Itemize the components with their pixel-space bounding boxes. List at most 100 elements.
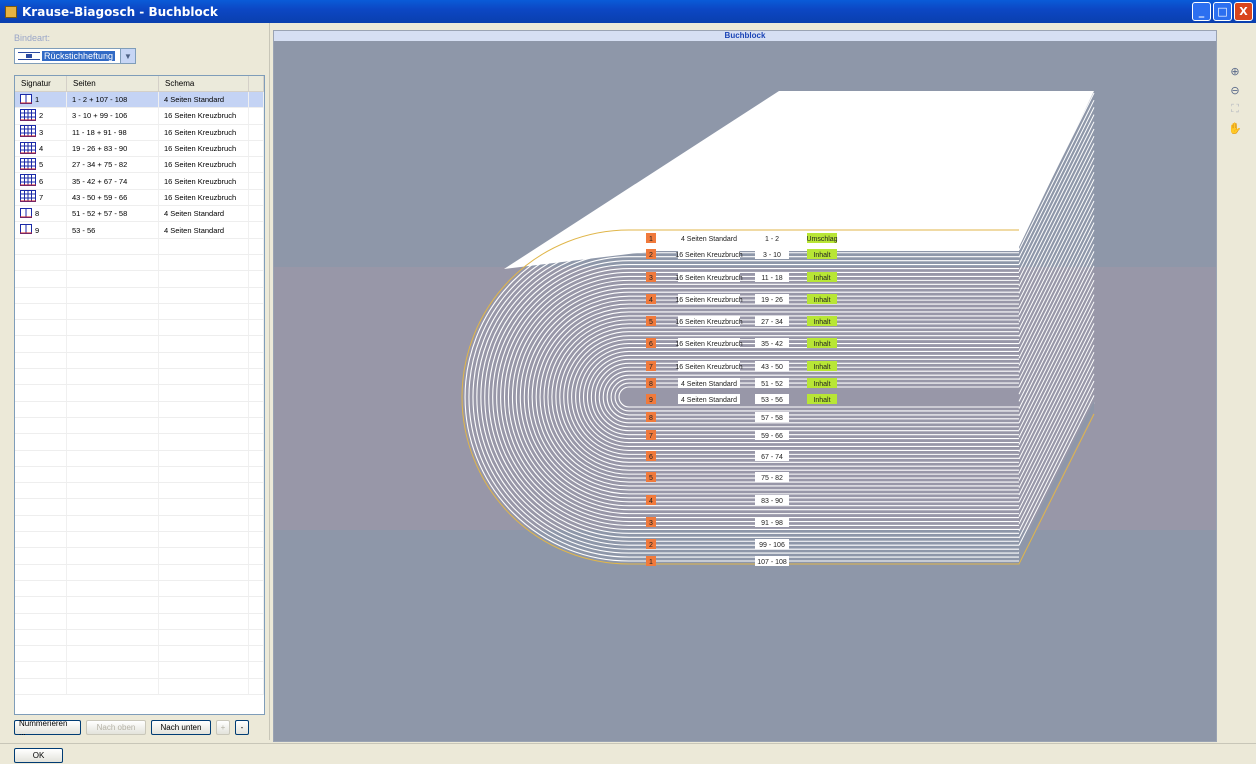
- column-header-schema[interactable]: Schema: [159, 76, 249, 91]
- table-body: 11 - 2 + 107 - 108 4 Seiten Standard 2 3 - …: [15, 92, 264, 695]
- book-block-view[interactable]: 1 4 Seiten Standard 1 - 2 Umschlag 2 16 Seite…: [274, 41, 1216, 741]
- pages-label: 75 - 82: [761, 475, 783, 482]
- chevron-down-icon[interactable]: ▼: [120, 49, 135, 63]
- type-tag: Inhalt: [813, 252, 830, 259]
- empty-row: [15, 532, 264, 549]
- cell-seiten: 43 - 50 + 59 - 66: [67, 189, 159, 206]
- empty-row: [15, 320, 264, 337]
- cell-schema: 16 Seiten Kreuzbruch: [159, 108, 249, 124]
- nummerieren-button[interactable]: Nummerieren ...: [14, 719, 81, 737]
- pages-label: 35 - 42: [761, 341, 783, 348]
- nach-oben-button[interactable]: Nach oben: [86, 720, 146, 735]
- signature-number: 4: [649, 297, 653, 304]
- 16-page-icon: [20, 141, 36, 156]
- signature-number: 2: [649, 542, 653, 549]
- cell-extra: [249, 173, 264, 189]
- signature-number: 2: [649, 252, 653, 259]
- empty-row: [15, 450, 264, 467]
- 16-page-icon: [20, 125, 36, 139]
- cell-extra: [249, 92, 264, 108]
- cell-seiten: 3 - 10 + 99 - 106: [67, 108, 159, 124]
- cell-extra: [249, 124, 264, 140]
- schema-label: 4 Seiten Standard: [681, 397, 737, 404]
- signature-number: 8: [649, 381, 653, 388]
- table-row[interactable]: 5 27 - 34 + 75 - 82 16 Seiten Kreuzbruch: [15, 157, 264, 174]
- add-button[interactable]: +: [216, 720, 230, 735]
- bottom-bar: [0, 743, 1256, 764]
- cell-signatur: 3: [15, 124, 67, 140]
- empty-row: [15, 417, 264, 435]
- signature-number: 4: [649, 498, 653, 505]
- empty-row: [15, 352, 264, 370]
- panel-title: Buchblock: [274, 31, 1216, 41]
- table-row[interactable]: 1 1 - 2 + 107 - 108 4 Seiten Standard: [15, 92, 264, 109]
- pages-label: 107 - 108: [757, 559, 787, 566]
- signature-number: 8: [649, 415, 653, 422]
- table-row[interactable]: 7 43 - 50 + 59 - 66 16 Seiten Kreuzbruch: [15, 189, 264, 207]
- ok-button[interactable]: OK: [14, 748, 63, 763]
- empty-row: [15, 287, 264, 304]
- table-row[interactable]: 9 53 - 56 4 Seiten Standard: [15, 222, 264, 239]
- pages-label: 67 - 74: [761, 454, 783, 461]
- signature-number: 6: [649, 341, 653, 348]
- empty-row: [15, 662, 264, 679]
- cell-seiten: 19 - 26 + 83 - 90: [67, 140, 159, 157]
- pan-icon[interactable]: ✋: [1228, 121, 1242, 135]
- table-row[interactable]: 2 3 - 10 + 99 - 106 16 Seiten Kreuzbruch: [15, 108, 264, 125]
- 4-page-icon: [20, 207, 32, 220]
- cell-signatur: 2: [15, 108, 67, 124]
- signature-number: 5: [649, 319, 653, 326]
- column-header-signatur[interactable]: Signatur: [15, 76, 67, 91]
- cell-signatur: 5: [15, 157, 67, 173]
- signature-number: 9: [649, 397, 653, 404]
- cell-extra: [249, 222, 264, 238]
- cell-seiten: 27 - 34 + 75 - 82: [67, 157, 159, 173]
- schema-label: 16 Seiten Kreuzbruch: [675, 275, 742, 282]
- table-row[interactable]: 4 19 - 26 + 83 - 90 16 Seiten Kreuzbruch: [15, 140, 264, 158]
- 4-page-icon: [20, 224, 32, 236]
- cell-signatur: 9: [15, 222, 67, 238]
- cell-schema: 16 Seiten Kreuzbruch: [159, 140, 249, 157]
- book-top-surface: [504, 91, 1094, 269]
- table-row[interactable]: 8 51 - 52 + 57 - 58 4 Seiten Standard: [15, 206, 264, 223]
- fit-icon[interactable]: ⛶: [1228, 102, 1242, 116]
- pages-label: 3 - 10: [763, 252, 781, 259]
- remove-button[interactable]: -: [235, 720, 249, 735]
- signatur-value: 7: [39, 192, 44, 202]
- type-tag: Inhalt: [813, 275, 830, 282]
- signature-number: 3: [649, 520, 653, 527]
- signature-number: 1: [649, 559, 653, 566]
- table-row[interactable]: 3 11 - 18 + 91 - 98 16 Seiten Kreuzbruch: [15, 124, 264, 141]
- type-tag: Inhalt: [813, 381, 830, 388]
- column-header-extra: [249, 76, 264, 91]
- pages-label: 1 - 2: [765, 236, 779, 243]
- empty-row: [15, 499, 264, 516]
- zoom-out-icon[interactable]: ⊖: [1228, 83, 1242, 97]
- cell-schema: 4 Seiten Standard: [159, 206, 249, 222]
- type-tag: Inhalt: [813, 397, 830, 404]
- left-panel: Bindeart: Rückstichheftung ▼ Signatur Se…: [0, 23, 270, 740]
- cell-signatur: 8: [15, 206, 67, 222]
- pages-label: 53 - 56: [761, 397, 783, 404]
- schema-label: 16 Seiten Kreuzbruch: [675, 364, 742, 371]
- bindeart-value: Rückstichheftung: [42, 51, 116, 61]
- close-button[interactable]: X: [1234, 2, 1253, 21]
- schema-label: 4 Seiten Standard: [681, 236, 737, 243]
- signature-number: 1: [649, 236, 653, 243]
- nach-unten-button[interactable]: Nach unten: [151, 720, 211, 735]
- column-header-seiten[interactable]: Seiten: [67, 76, 159, 91]
- signature-table[interactable]: Signatur Seiten Schema 1 1 - 2 + 107 - 10…: [14, 75, 265, 715]
- empty-row: [15, 401, 264, 418]
- zoom-in-icon[interactable]: ⊕: [1228, 64, 1242, 78]
- empty-row: [15, 254, 264, 272]
- empty-row: [15, 548, 264, 565]
- bindeart-select[interactable]: Rückstichheftung ▼: [14, 48, 136, 64]
- cell-signatur: 1: [15, 92, 67, 108]
- type-tag: Inhalt: [813, 341, 830, 348]
- cell-seiten: 11 - 18 + 91 - 98: [67, 124, 159, 140]
- signature-number: 6: [649, 454, 653, 461]
- minimize-button[interactable]: _: [1192, 2, 1211, 21]
- maximize-button[interactable]: □: [1213, 2, 1232, 21]
- table-row[interactable]: 6 35 - 42 + 67 - 74 16 Seiten Kreuzbruch: [15, 173, 264, 190]
- empty-row: [15, 597, 264, 614]
